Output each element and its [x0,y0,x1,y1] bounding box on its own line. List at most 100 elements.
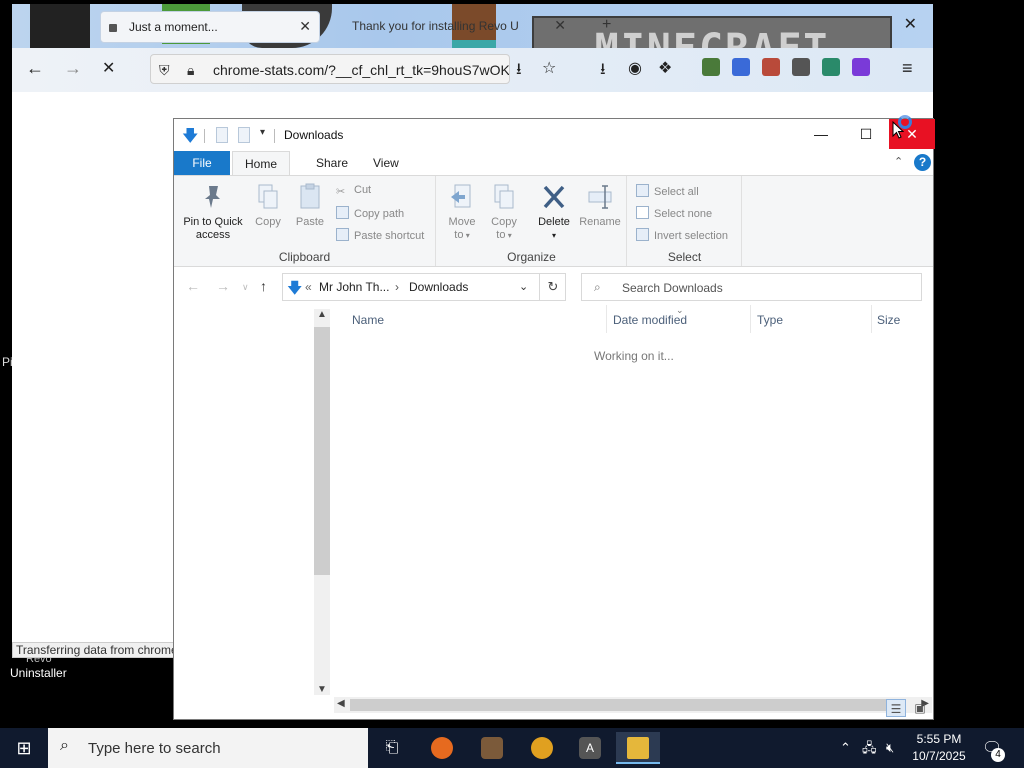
extension-green-icon[interactable] [822,58,840,76]
help-icon[interactable]: ? [914,154,931,171]
tab-share[interactable]: Share [304,151,360,175]
volume-muted-icon[interactable]: 🔇︎ [886,728,894,768]
copy-path-label: Copy path [354,208,405,220]
move-to-button[interactable]: Move to ▾ [443,182,481,242]
clock-time: 5:55 PM [916,732,962,746]
breadcrumb-downloads[interactable]: Downloads [409,280,468,294]
pin-to-quick-access-button[interactable]: Pin to Quick access [180,182,246,242]
network-icon[interactable]: 🖧 [862,728,877,768]
breadcrumb-overflow[interactable]: « [305,280,312,294]
extension-purple-icon[interactable] [852,58,870,76]
stop-loading-icon[interactable]: ✕ [102,58,115,78]
move-to-label-1: Move [448,216,476,228]
maximize-button[interactable]: ☐ [843,119,889,149]
select-group: Select all Select none Invert selection … [628,176,742,266]
shield-icon[interactable]: ⛨ [159,62,170,79]
paste-label: Paste [295,216,325,228]
address-bar[interactable]: 🡇 « Mr John Th... › Downloads ⌄ ↻ [282,273,566,301]
scroll-thumb[interactable] [314,327,330,575]
task-view-icon[interactable]: ⎗ [370,732,414,764]
extension-blue-icon[interactable] [732,58,750,76]
bookmark-star-icon[interactable]: ☆ [542,58,556,78]
save-page-icon[interactable]: ⭳ [516,58,522,85]
up-level-icon[interactable]: ↑ [260,278,267,294]
scroll-up-icon[interactable]: ▲ [317,309,327,320]
browser-tab-active[interactable]: Just a moment... ✕ [100,11,320,43]
search-placeholder: Search Downloads [622,281,723,295]
browser-tab-revo[interactable]: Thank you for installing Revo U ✕ [342,11,572,43]
breadcrumb-user[interactable]: Mr John Th... [319,280,389,294]
firefox-icon[interactable] [420,732,464,764]
new-tab-button[interactable]: + [602,16,611,34]
column-date-modified[interactable]: Date modified [613,313,687,327]
scroll-left-icon[interactable]: ◀ [337,698,345,709]
downloads-icon[interactable]: ⭳ [600,58,606,85]
windows-start-icon[interactable]: ⊞ [0,728,48,768]
extension-minecraft-icon[interactable] [702,58,720,76]
address-dropdown-icon[interactable]: ⌄ [519,280,528,293]
forward-arrow-icon[interactable]: → [64,58,82,79]
copy-path-button[interactable]: Copy path [336,206,404,220]
column-type[interactable]: Type [757,313,783,327]
breadcrumb-separator[interactable]: › [395,280,399,294]
forward-icon[interactable]: → [216,278,230,294]
large-icons-view-icon[interactable]: ▣ [910,699,930,717]
back-icon[interactable]: ← [186,278,200,294]
menu-hamburger-icon[interactable]: ≡ [902,58,913,79]
column-name[interactable]: Name [352,313,384,327]
chrome-icon[interactable] [520,732,564,764]
quick-access-download-icon[interactable]: 🡇 [182,125,198,152]
horizontal-scrollbar[interactable]: ◀ ▶ [334,697,932,713]
copy-to-icon [494,184,514,209]
extension-red-icon[interactable] [762,58,780,76]
recent-locations-icon[interactable]: ∨ [242,282,249,293]
tab-home[interactable]: Home [232,151,291,175]
invert-selection-button[interactable]: Invert selection [636,228,728,242]
copy-button[interactable]: Copy [250,182,286,229]
url-bar[interactable]: ⛨ 🔒︎ chrome-stats.com/?__cf_chl_rt_tk=9h… [150,54,510,84]
details-view-icon[interactable]: ☰ [886,699,906,717]
extension-gray-icon[interactable] [792,58,810,76]
tab-close-icon[interactable]: ✕ [299,18,311,35]
paste-button[interactable]: Paste [292,182,328,229]
select-all-button[interactable]: Select all [636,184,699,198]
file-explorer-icon[interactable] [616,732,660,764]
tab-close-icon[interactable]: ✕ [554,17,566,34]
delete-button[interactable]: Delete ▾ [533,182,575,242]
cut-button[interactable]: ✂ Cut [336,184,371,198]
collapse-ribbon-icon[interactable]: ⌃ [894,155,903,168]
delete-dropdown-icon[interactable]: ▾ [552,231,556,240]
scroll-down-icon[interactable]: ▼ [317,684,327,695]
back-arrow-icon[interactable]: ← [26,58,44,79]
browser-close-icon[interactable]: ✕ [904,14,917,34]
extensions-icon[interactable]: ❖ [658,58,672,78]
pin-label-line1: Pin to Quick [183,216,243,228]
quick-access-new-folder-icon[interactable] [238,127,250,143]
app-a-icon[interactable]: A [568,732,612,764]
browser-tabbar: MINECRAFT Just a moment... ✕ Thank you f… [12,4,933,48]
search-box[interactable]: ⌕ Search Downloads [581,273,922,301]
quick-access-properties-icon[interactable] [216,127,228,143]
search-icon: ⌕ [594,280,601,294]
tab-file[interactable]: File [174,151,230,175]
column-size[interactable]: Size [877,313,900,327]
system-clock[interactable]: 5:55 PM 10/7/2025 [908,731,970,765]
quick-access-customize-icon[interactable]: ▾ [260,127,265,138]
horizontal-scroll-thumb[interactable] [350,699,892,711]
navigation-pane-scrollbar[interactable]: ▲ ▼ [314,309,330,695]
account-icon[interactable]: ◉ [628,58,642,78]
minimize-button[interactable]: — [798,119,844,149]
rename-button[interactable]: Rename [577,182,623,229]
file-list-area[interactable]: ▲ ▼ Name ⌄ Date modified Type Size Worki… [174,305,933,697]
copy-to-button[interactable]: Copy to ▾ [485,182,523,242]
refresh-icon[interactable]: ↻ [539,274,566,300]
lock-icon[interactable]: 🔒︎ [187,62,194,79]
window-title: Downloads [284,128,344,142]
tab-view[interactable]: View [361,151,411,175]
paste-shortcut-button[interactable]: Paste shortcut [336,228,424,242]
select-none-button[interactable]: Select none [636,206,712,220]
taskbar-search-box[interactable]: ⌕ Type here to search [48,728,368,768]
minecraft-app-icon[interactable] [470,732,514,764]
show-hidden-icons-icon[interactable]: ⌃ [840,728,851,768]
desktop-icon-label-line2: Uninstaller [10,666,67,680]
